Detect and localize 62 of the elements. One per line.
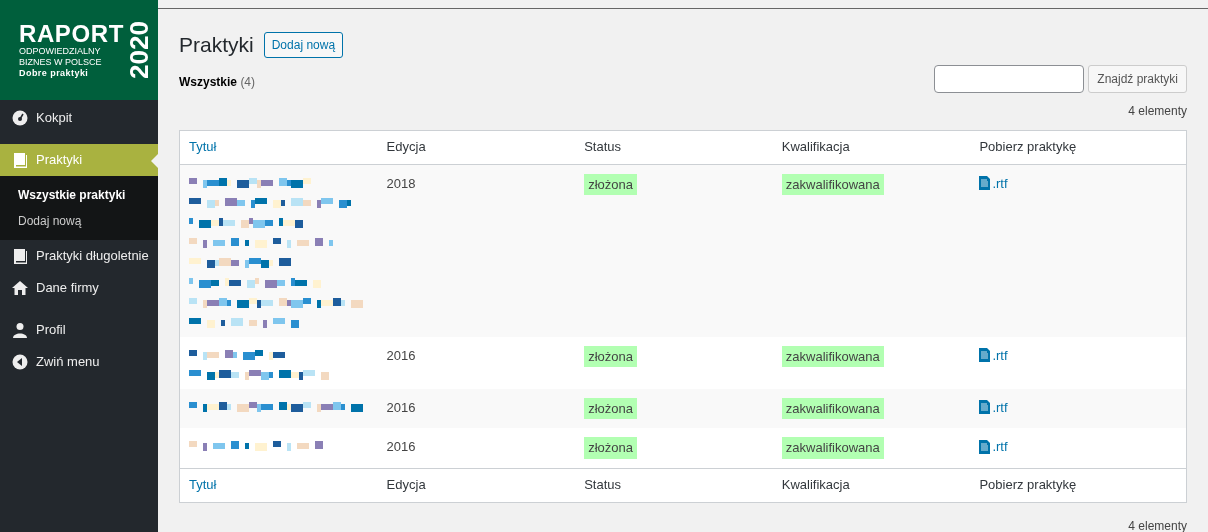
search-field[interactable] xyxy=(934,64,1085,93)
logo-subtitle: Dobre praktyki xyxy=(19,67,90,79)
column-footer: Kwalifikacja xyxy=(781,475,980,495)
column-header: Kwalifikacja xyxy=(781,138,851,157)
menu-item[interactable]: Praktyki długoletnie xyxy=(0,240,158,272)
logo-title: RAPORT xyxy=(19,21,124,46)
qualification-badge: zakwalifikowana xyxy=(781,173,884,195)
qualification-badge: zakwalifikowana xyxy=(781,397,884,419)
page-title: Praktyki xyxy=(179,32,254,58)
logo-text: ODPOWIEDZIALNY xyxy=(19,45,102,57)
menu-label: Kokpit xyxy=(36,109,73,128)
document-icon xyxy=(979,439,991,454)
collapse-icon xyxy=(12,354,28,370)
home-icon xyxy=(12,280,28,296)
menu-label: Profil xyxy=(36,321,66,340)
table-cell-text: 2018 xyxy=(386,174,417,193)
submenu-item[interactable]: Dodaj nową xyxy=(0,208,158,234)
search-button[interactable]: Znajdź praktyki xyxy=(1088,64,1187,93)
book-icon xyxy=(12,248,28,264)
gauge-icon xyxy=(12,110,28,126)
document-icon xyxy=(979,400,991,415)
document-icon xyxy=(979,348,991,363)
current-arrow xyxy=(151,154,158,168)
user-icon xyxy=(12,322,28,338)
book-icon xyxy=(12,152,28,168)
filter-link[interactable]: Wszystkie (4) xyxy=(179,72,256,91)
download-link[interactable]: .rtf xyxy=(979,173,1008,193)
table-cell-text: 2016 xyxy=(386,398,417,417)
column-footer: Edycja xyxy=(386,475,585,495)
qualification-badge: zakwalifikowana xyxy=(781,437,884,459)
download-link[interactable]: .rtf xyxy=(979,345,1008,365)
column-header[interactable]: Tytuł xyxy=(189,137,387,157)
menu-item[interactable]: Kokpit xyxy=(0,102,158,134)
menu-item[interactable]: Zwiń menu xyxy=(0,346,158,378)
column-footer[interactable]: Tytuł xyxy=(189,475,387,495)
document-icon xyxy=(979,176,991,191)
qualification-badge: zakwalifikowana xyxy=(781,345,884,367)
menu-label: Zwiń menu xyxy=(36,353,100,372)
menu-item[interactable]: Profil xyxy=(0,314,158,346)
menu-label: Praktyki xyxy=(36,151,83,170)
add-new-button[interactable]: Dodaj nową xyxy=(263,31,344,58)
column-header: Pobierz praktykę xyxy=(979,138,1078,157)
column-header: Status xyxy=(584,138,623,157)
status-badge: złożona xyxy=(584,173,637,195)
menu-item[interactable]: Dane firmy xyxy=(0,272,158,304)
menu-label: Dane firmy xyxy=(36,279,99,298)
download-link[interactable]: .rtf xyxy=(979,397,1008,417)
table-cell-text: 2016 xyxy=(386,438,417,456)
item-count: 4 elementy xyxy=(1128,517,1187,532)
status-badge: złożona xyxy=(584,397,637,419)
column-footer: Status xyxy=(584,475,782,495)
status-badge: złożona xyxy=(584,345,637,367)
table-cell-text: 2016 xyxy=(386,346,417,365)
logo-year: 2020 xyxy=(125,21,152,79)
logo-text: BIZNES W POLSCE xyxy=(19,56,103,68)
menu-label: Praktyki długoletnie xyxy=(36,247,149,266)
item-count: 4 elementy xyxy=(1128,102,1187,120)
status-badge: złożona xyxy=(584,437,637,459)
column-header: Edycja xyxy=(386,138,427,157)
download-link[interactable]: .rtf xyxy=(979,437,1008,457)
column-footer: Pobierz praktykę xyxy=(979,475,1177,495)
submenu-item[interactable]: Wszystkie praktyki xyxy=(0,182,158,208)
